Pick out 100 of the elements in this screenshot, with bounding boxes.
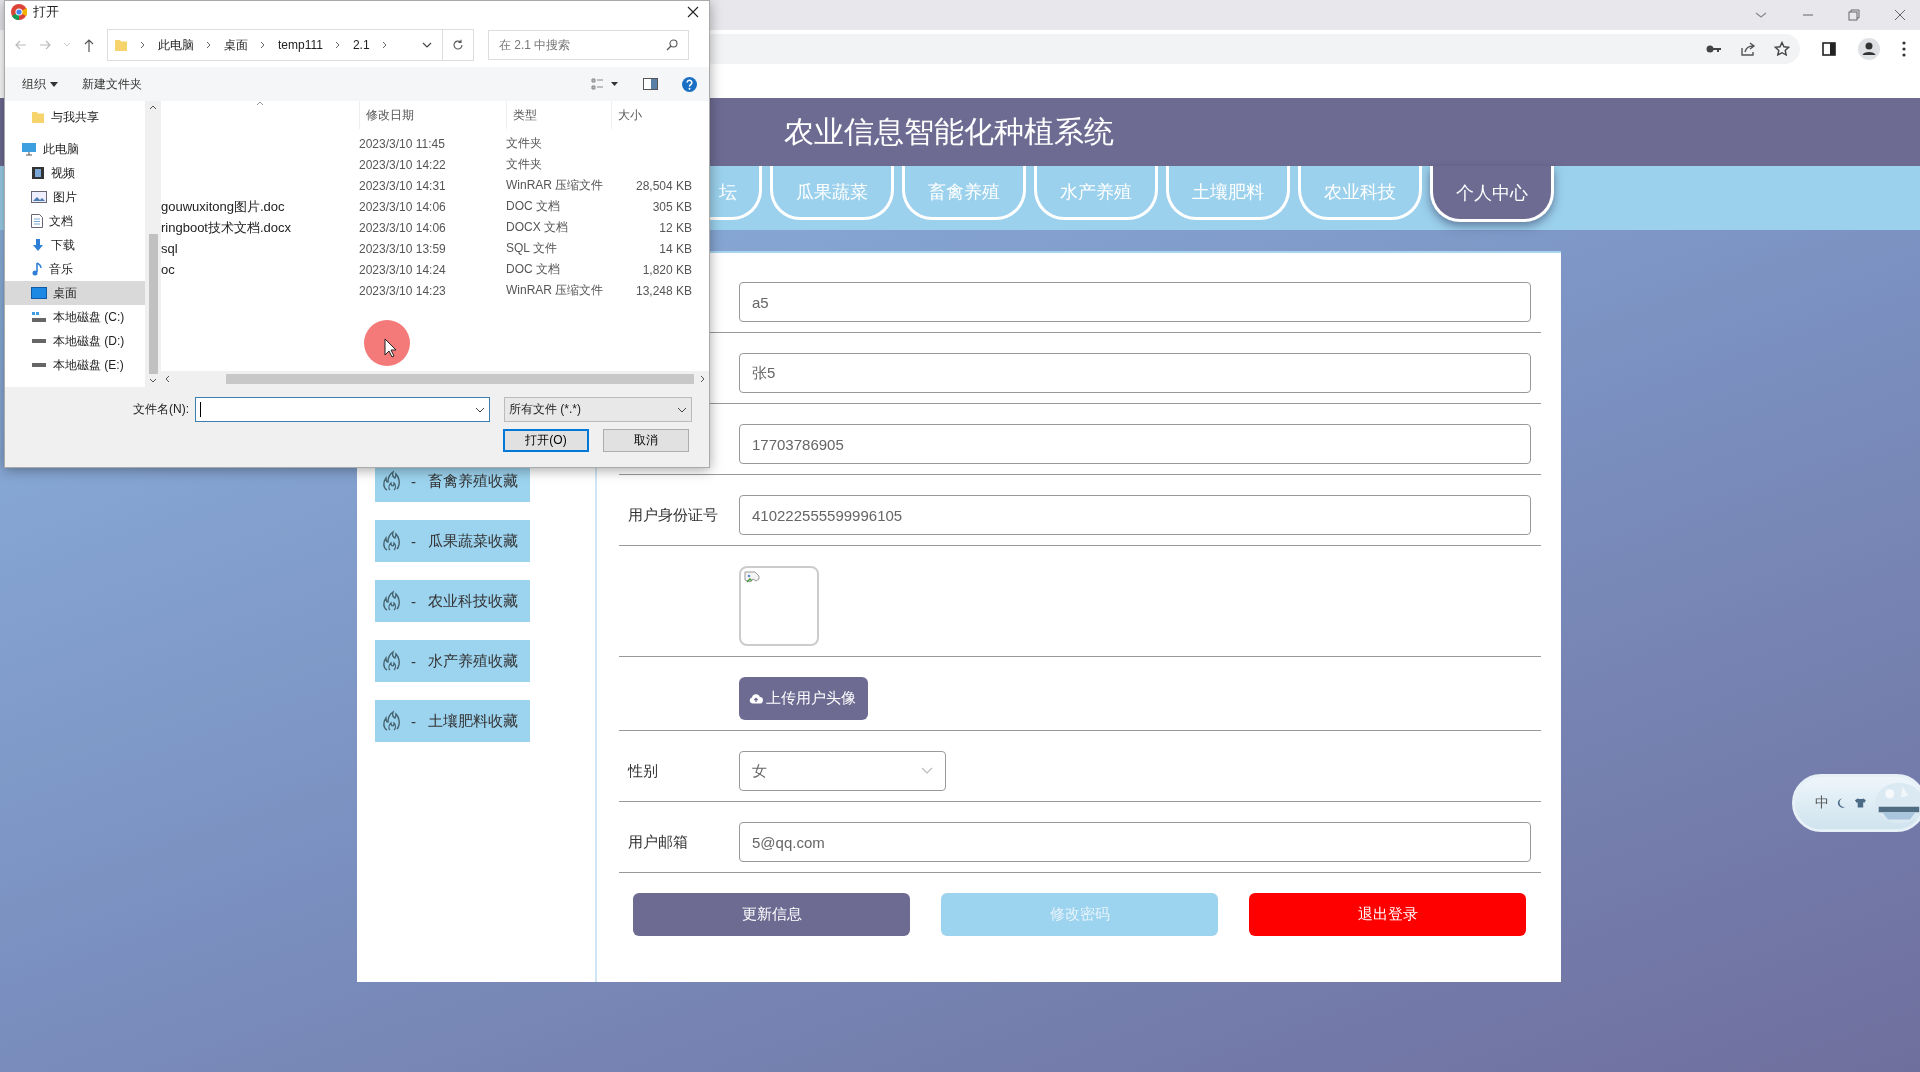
file-date: 2023/3/10 14:22 — [359, 157, 446, 172]
file-name[interactable]: ringboot技术文档.docx — [161, 219, 292, 235]
key-icon[interactable] — [1706, 43, 1722, 54]
nav-pane-item[interactable]: 文档 — [5, 209, 145, 233]
flame-icon — [381, 470, 403, 492]
column-header[interactable]: 大小 — [618, 106, 642, 124]
chevron-right-icon[interactable] — [381, 41, 388, 49]
sidebar-item[interactable]: - 瓜果蔬菜收藏 — [375, 520, 530, 562]
chevron-right-icon[interactable] — [260, 41, 266, 49]
nav-pane-item[interactable]: 与我共享 — [5, 105, 145, 129]
nav-pane-item[interactable]: 音乐 — [5, 257, 145, 281]
sidebar-item[interactable]: - 农业科技收藏 — [375, 580, 530, 622]
scrollbar[interactable] — [145, 101, 161, 387]
text-field[interactable]: 张5 — [739, 353, 1531, 393]
profile-avatar-icon[interactable] — [1858, 37, 1880, 60]
search-field[interactable]: 在 2.1 中搜索 — [488, 30, 689, 60]
text-field[interactable]: 5@qq.com — [739, 822, 1531, 862]
nav-pane-item[interactable]: 桌面 — [5, 281, 145, 305]
nav-pane-item[interactable]: 图片 — [5, 185, 145, 209]
text-field[interactable]: a5 — [739, 282, 1531, 322]
breadcrumb-bar[interactable]: 此电脑 桌面 temp111 2.1 — [107, 29, 443, 61]
file-size: 14 KB — [659, 241, 692, 256]
search-icon — [666, 39, 678, 51]
document-icon — [31, 214, 43, 228]
organize-menu[interactable]: 组织 — [22, 75, 58, 93]
shirt-icon — [1854, 797, 1868, 809]
breadcrumb-item[interactable]: 桌面 — [224, 36, 248, 54]
refresh-button[interactable] — [443, 29, 474, 61]
scroll-right-icon[interactable] — [700, 375, 705, 383]
up-arrow-icon[interactable] — [83, 38, 95, 52]
drive-icon — [31, 362, 47, 368]
close-icon[interactable] — [687, 6, 699, 18]
toolbar-button[interactable]: 新建文件夹 — [82, 75, 142, 93]
dialog-button[interactable]: 打开(O) — [503, 429, 589, 452]
site-title: 农业信息智能化种植系统 — [784, 113, 1114, 150]
sidebar-item[interactable]: - 土壤肥料收藏 — [375, 700, 530, 742]
file-type-select[interactable]: 所有文件 (*.*) — [504, 397, 692, 422]
flame-icon — [381, 590, 403, 612]
chevron-down-icon[interactable] — [422, 42, 432, 48]
action-button[interactable]: 退出登录 — [1249, 893, 1526, 936]
input-method-widget[interactable]: 中 — [1792, 774, 1920, 832]
desktop-icon — [31, 287, 47, 299]
nav-tab[interactable]: 个人中心 — [1430, 166, 1554, 222]
text-field[interactable]: 17703786905 — [739, 424, 1531, 464]
restore-icon[interactable] — [1848, 9, 1860, 21]
side-panel-icon[interactable] — [1822, 41, 1836, 56]
chevron-down-icon — [475, 406, 485, 413]
menu-icon[interactable] — [1902, 40, 1906, 57]
help-icon[interactable] — [682, 76, 697, 92]
scroll-down-icon[interactable] — [149, 378, 157, 383]
breadcrumb-item[interactable]: temp111 — [278, 38, 323, 52]
file-name-field[interactable] — [195, 397, 490, 422]
nav-pane-item[interactable]: 视频 — [5, 161, 145, 185]
field-label: 性别 — [628, 761, 658, 781]
dialog-button[interactable]: 取消 — [603, 429, 689, 452]
file-type: DOC 文档 — [506, 262, 560, 276]
film-icon — [31, 166, 45, 180]
share-icon[interactable] — [1740, 40, 1756, 57]
gender-select[interactable]: 女 — [739, 751, 946, 791]
upload-avatar-button[interactable]: 上传用户头像 — [739, 677, 868, 720]
column-header[interactable]: 修改日期 — [366, 106, 414, 124]
music-note-icon — [31, 262, 43, 276]
nav-pane-item[interactable]: 本地磁盘 (C:) — [5, 305, 145, 329]
scrollbar[interactable] — [161, 371, 709, 387]
chevron-right-icon[interactable] — [334, 41, 341, 49]
monitor-icon — [21, 142, 37, 156]
view-options-icon[interactable] — [591, 78, 619, 90]
chevron-down-icon — [677, 406, 687, 413]
text-field[interactable]: 410222555599996105 — [739, 495, 1531, 535]
action-button[interactable]: 更新信息 — [633, 893, 910, 936]
file-name[interactable]: gouwuxitong图片.doc — [161, 198, 285, 214]
file-size: 1,820 KB — [642, 262, 692, 277]
file-date: 2023/3/10 14:31 — [359, 178, 446, 193]
sidebar-item[interactable]: - 水产养殖收藏 — [375, 640, 530, 682]
file-date: 2023/3/10 11:45 — [359, 136, 445, 151]
drive-icon — [31, 338, 47, 344]
file-size: 28,504 KB — [635, 178, 692, 193]
star-icon[interactable] — [1774, 40, 1790, 57]
tab-list-icon[interactable] — [1754, 10, 1768, 20]
chevron-right-icon[interactable] — [206, 41, 212, 49]
system-drive-icon — [31, 311, 47, 323]
file-name[interactable]: oc — [161, 262, 175, 277]
nav-pane-item[interactable]: 下载 — [5, 233, 145, 257]
scroll-up-icon[interactable] — [149, 105, 157, 110]
column-header[interactable]: 类型 — [513, 106, 537, 124]
file-name-label: 文件名(N): — [132, 401, 189, 418]
chevron-right-icon[interactable] — [140, 41, 146, 49]
file-name[interactable]: sql — [161, 241, 178, 256]
nav-pane-item[interactable]: 本地磁盘 (E:) — [5, 353, 145, 377]
nav-pane-item[interactable]: 此电脑 — [5, 137, 145, 161]
caret-down-icon — [50, 81, 58, 87]
breadcrumb-item[interactable]: 此电脑 — [158, 36, 194, 54]
breadcrumb-item[interactable]: 2.1 — [352, 38, 370, 52]
preview-pane-icon[interactable] — [643, 78, 658, 90]
scroll-left-icon[interactable] — [165, 375, 170, 383]
chevron-down-icon — [921, 767, 933, 775]
nav-pane-item[interactable]: 本地磁盘 (D:) — [5, 329, 145, 353]
sort-caret-icon — [256, 101, 264, 106]
browser-logo-icon — [11, 4, 27, 20]
file-type: DOCX 文档 — [506, 220, 568, 234]
